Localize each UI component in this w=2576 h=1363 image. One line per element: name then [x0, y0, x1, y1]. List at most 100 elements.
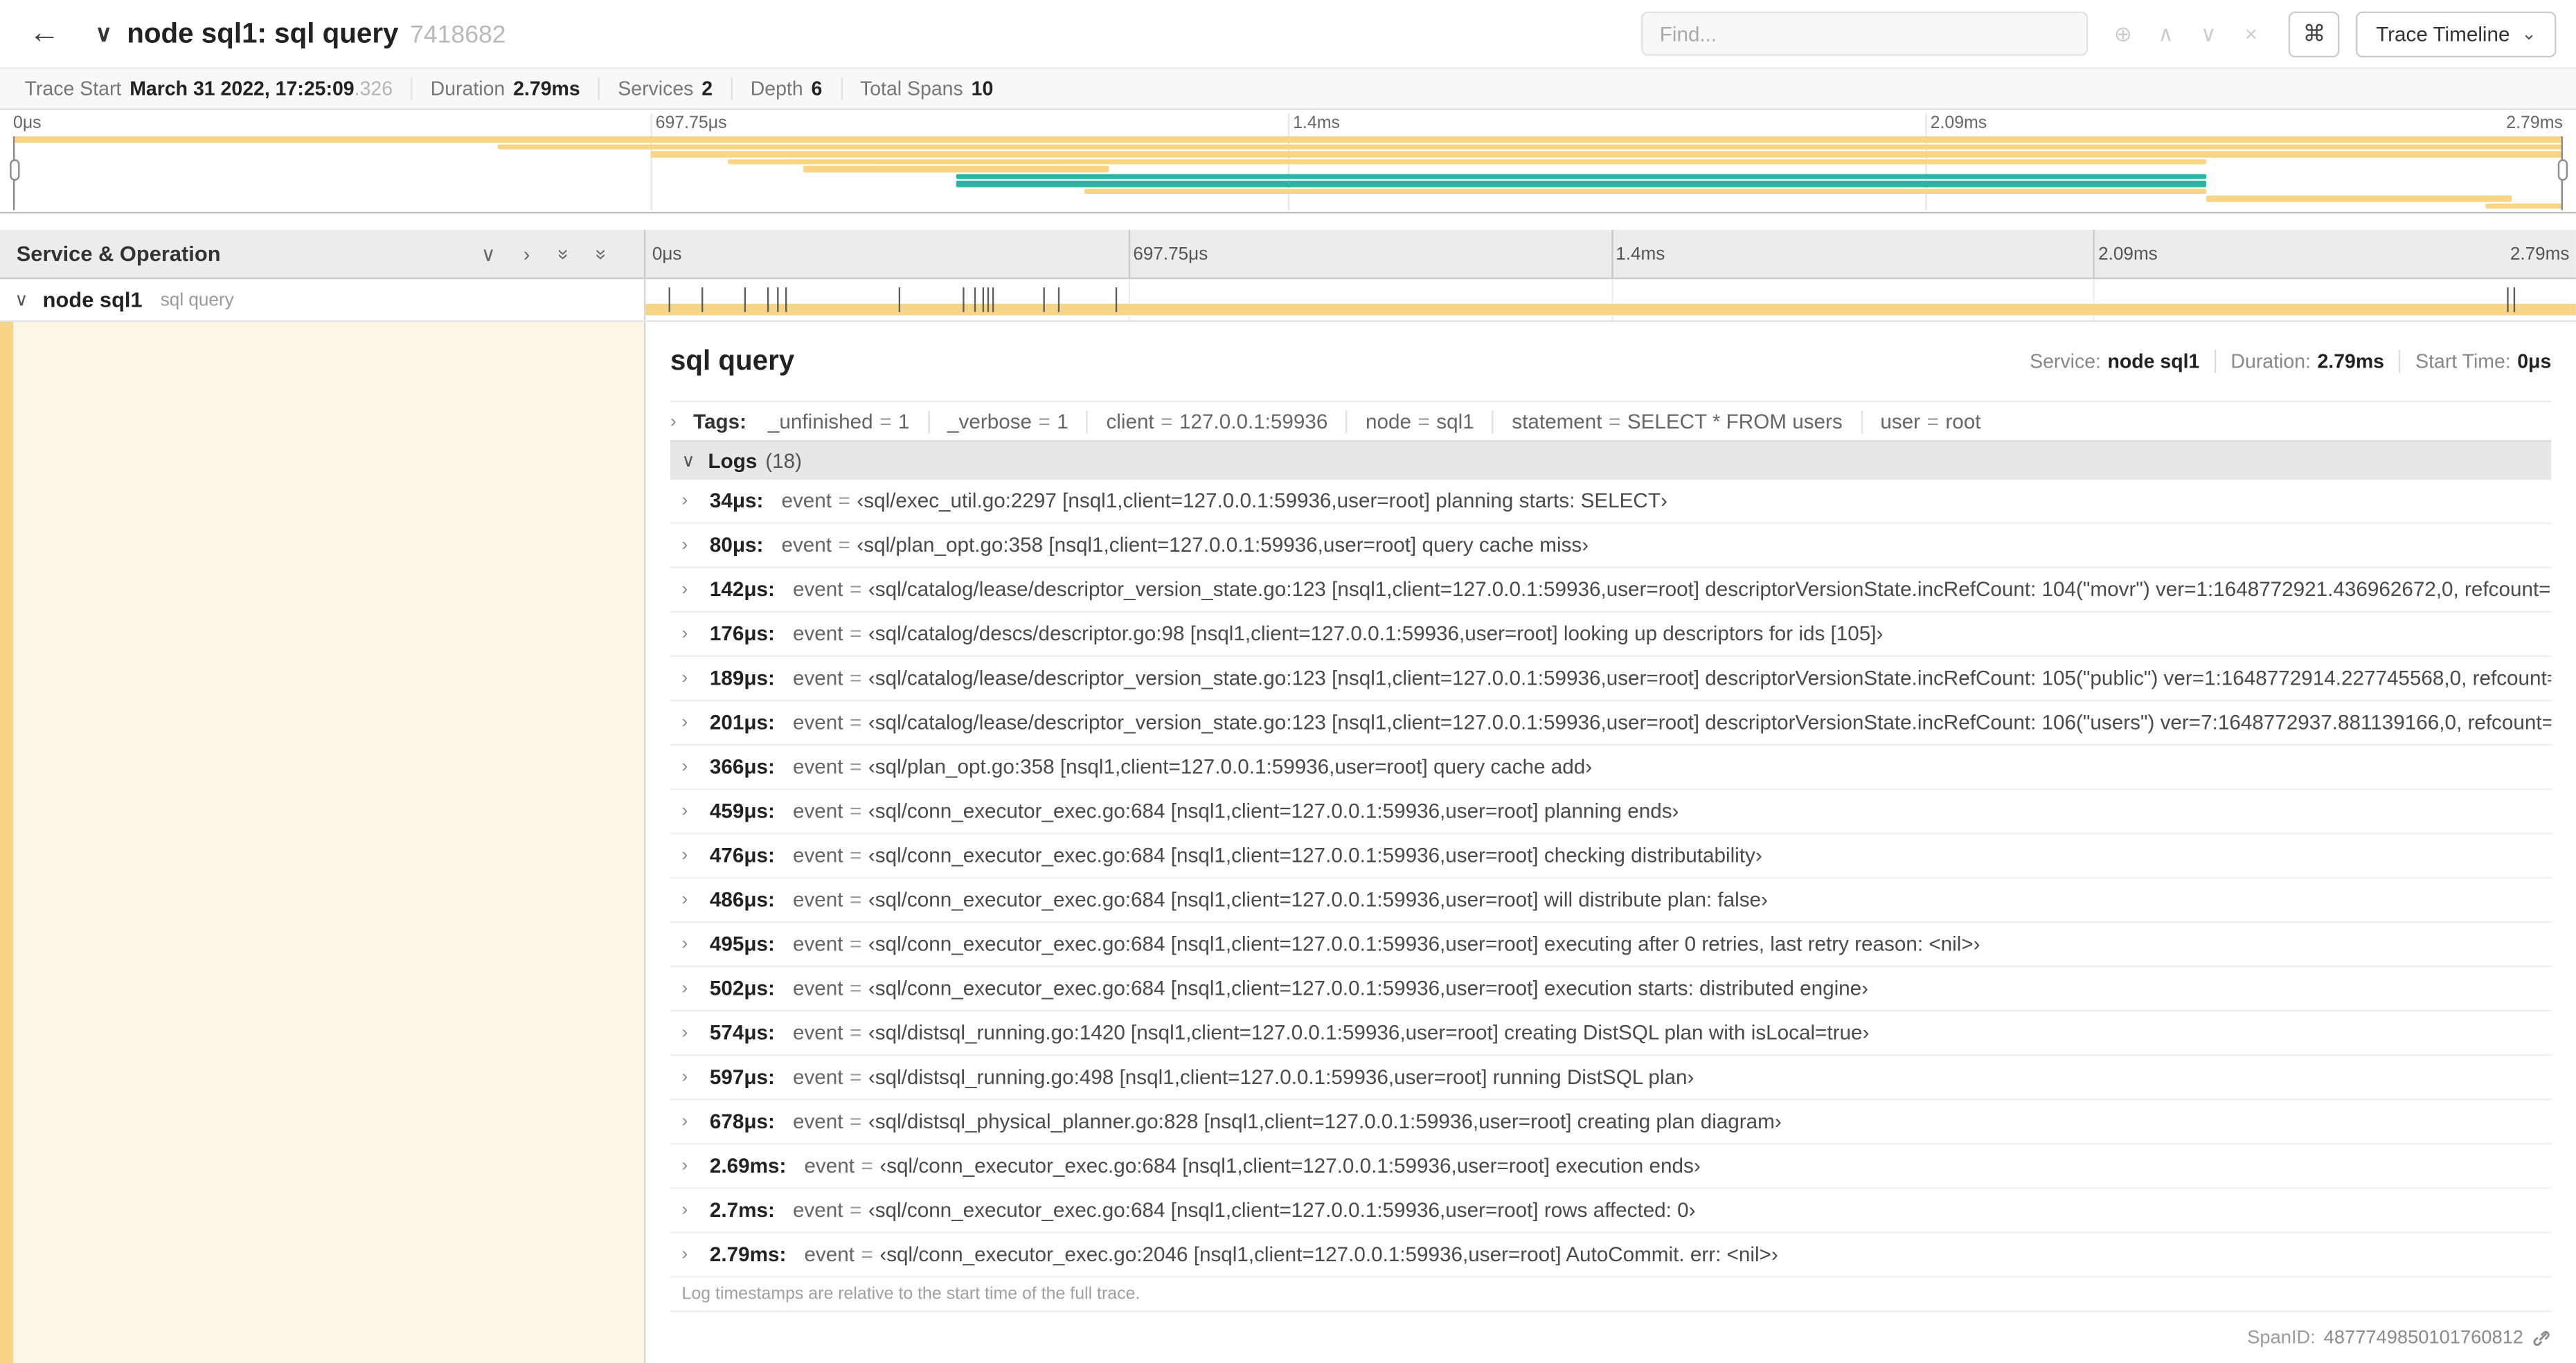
span-bar-cell[interactable]: [645, 279, 2576, 321]
log-field-key: event: [792, 800, 843, 823]
log-field-value: ‹sql/conn_executor_exec.go:2046 [nsql1,c…: [879, 1243, 1778, 1267]
log-field-key: event: [804, 1243, 855, 1267]
log-timestamp: 34μs:: [709, 489, 764, 513]
log-list: › 34μs: event = ‹sql/exec_util.go:2297 [nsql…: [670, 480, 2552, 1278]
back-button[interactable]: ←: [19, 16, 69, 52]
tag-value: root: [1945, 409, 1981, 433]
log-row[interactable]: › 495μs: event = ‹sql/conn_executor_exec.go:…: [670, 923, 2552, 968]
log-row[interactable]: › 486μs: event = ‹sql/conn_executor_exec.go:…: [670, 878, 2552, 923]
minimap-canvas[interactable]: [9, 113, 2567, 210]
logs-label: Logs: [708, 449, 758, 473]
log-field-key: event: [792, 622, 843, 646]
trace-collapse-chevron-icon[interactable]: ∨: [96, 19, 112, 47]
log-timestamp: 476μs:: [709, 844, 775, 867]
log-field-key: event: [804, 1154, 855, 1178]
log-field-value: ‹sql/plan_opt.go:358 [nsql1,client=127.0…: [868, 755, 1593, 779]
summary-item: Depth 6: [731, 77, 840, 100]
log-row[interactable]: › 574μs: event = ‹sql/distsql_running.go:142…: [670, 1011, 2552, 1056]
trace-name: node sql1: sql query: [127, 17, 399, 48]
log-expand-chevron-icon: ›: [681, 535, 688, 555]
log-row[interactable]: › 459μs: event = ‹sql/conn_executor_exec.go:…: [670, 790, 2552, 835]
log-marker[interactable]: [1058, 287, 1061, 312]
tick-label: 1.4ms: [1293, 113, 1340, 134]
log-row[interactable]: › 597μs: event = ‹sql/distsql_running.go:498…: [670, 1056, 2552, 1101]
log-marker[interactable]: [2513, 287, 2516, 312]
tag-key: user: [1880, 409, 1921, 433]
log-marker[interactable]: [701, 287, 703, 312]
log-row[interactable]: › 502μs: event = ‹sql/conn_executor_exec.go:…: [670, 967, 2552, 1012]
log-field-value: ‹sql/distsql_running.go:498 [nsql1,clien…: [868, 1065, 1694, 1089]
span-duration-bar[interactable]: [645, 303, 2576, 316]
log-row[interactable]: › 2.69ms: event = ‹sql/conn_executor_exec.go…: [670, 1145, 2552, 1189]
equals-sign: =: [850, 667, 862, 690]
span-detail-panel: sql query Service: node sql1 Duration: 2.7…: [645, 321, 2576, 1363]
span-name-cell[interactable]: ∨ node sql1 sql query: [0, 279, 646, 321]
log-row[interactable]: › 142μs: event = ‹sql/catalog/lease/descript…: [670, 568, 2552, 613]
log-expand-chevron-icon: ›: [681, 1200, 688, 1220]
collapse-one-icon[interactable]: ∨: [481, 242, 496, 265]
range-scrubber-left[interactable]: [9, 136, 19, 210]
span-collapse-chevron-icon[interactable]: ∨: [15, 289, 42, 310]
tags-accordion[interactable]: › Tags: _unfinished = 1 _verbose = 1 client = 12…: [670, 400, 2552, 440]
equals-sign: =: [850, 1110, 862, 1133]
log-marker[interactable]: [992, 287, 995, 312]
minimap-span-bar: [2486, 202, 2563, 209]
log-field-key: event: [792, 755, 843, 779]
log-expand-chevron-icon: ›: [681, 1023, 688, 1043]
logs-accordion-header[interactable]: ∨ Logs (18): [670, 440, 2552, 480]
log-marker[interactable]: [776, 287, 778, 312]
log-marker[interactable]: [785, 287, 787, 312]
log-marker[interactable]: [669, 287, 671, 312]
log-marker[interactable]: [1114, 287, 1117, 312]
log-row[interactable]: › 34μs: event = ‹sql/exec_util.go:2297 [nsql…: [670, 480, 2552, 524]
log-expand-chevron-icon: ›: [681, 845, 688, 866]
equals-sign: =: [1417, 409, 1430, 433]
log-field-value: ‹sql/catalog/lease/descriptor_version_st…: [868, 578, 2552, 602]
collapse-all-icon[interactable]: »: [552, 249, 575, 260]
log-marker[interactable]: [898, 287, 901, 312]
log-timestamp: 201μs:: [709, 711, 775, 734]
scrubber-grip[interactable]: [2557, 159, 2567, 181]
log-marker[interactable]: [974, 287, 977, 312]
log-expand-chevron-icon: ›: [681, 491, 688, 511]
log-field-key: event: [781, 534, 832, 557]
log-row[interactable]: › 201μs: event = ‹sql/catalog/lease/descript…: [670, 701, 2552, 746]
log-row[interactable]: › 366μs: event = ‹sql/plan_opt.go:358 [nsql1…: [670, 746, 2552, 791]
expand-one-icon[interactable]: ›: [524, 242, 530, 265]
span-row[interactable]: ∨ node sql1 sql query: [0, 279, 2576, 322]
timeline-minimap[interactable]: 0μs 697.75μs 1.4ms 2.09ms 2.79ms: [0, 109, 2576, 214]
log-expand-chevron-icon: ›: [681, 890, 688, 910]
log-row[interactable]: › 189μs: event = ‹sql/catalog/lease/descript…: [670, 657, 2552, 702]
service-operation-title: Service & Operation: [16, 241, 221, 267]
scrubber-grip[interactable]: [9, 159, 19, 181]
keyboard-shortcuts-button[interactable]: ⌘: [2289, 10, 2340, 57]
log-marker[interactable]: [767, 287, 769, 312]
find-input[interactable]: [1641, 11, 2088, 56]
log-field-value: ‹sql/conn_executor_exec.go:684 [nsql1,cl…: [879, 1154, 1701, 1178]
log-marker[interactable]: [744, 287, 746, 312]
log-marker[interactable]: [1042, 287, 1045, 312]
tags-chevron-icon: ›: [670, 411, 677, 431]
log-row[interactable]: › 80μs: event = ‹sql/plan_opt.go:358 [nsql1,…: [670, 524, 2552, 568]
log-marker[interactable]: [963, 287, 965, 312]
log-expand-chevron-icon: ›: [681, 757, 688, 777]
trace-timeline-view-dropdown[interactable]: Trace Timeline ⌄: [2356, 10, 2557, 57]
log-row[interactable]: › 2.7ms: event = ‹sql/conn_executor_exec.go:…: [670, 1189, 2552, 1234]
log-field-key: event: [792, 932, 843, 956]
service-meta: Service: node sql1: [2030, 350, 2200, 373]
link-icon[interactable]: [2532, 1328, 2551, 1347]
log-field-key: event: [792, 844, 843, 867]
expand-all-icon[interactable]: »: [591, 249, 614, 260]
log-row[interactable]: › 176μs: event = ‹sql/catalog/descs/descript…: [670, 613, 2552, 657]
log-timestamp: 2.69ms:: [709, 1154, 787, 1178]
log-marker[interactable]: [987, 287, 990, 312]
log-marker[interactable]: [981, 287, 984, 312]
log-row[interactable]: › 476μs: event = ‹sql/conn_executor_exec.go:…: [670, 834, 2552, 879]
minimap-span-bar: [956, 180, 2206, 187]
log-row[interactable]: › 678μs: event = ‹sql/distsql_physical_plann…: [670, 1101, 2552, 1145]
minimap-span-bar: [803, 165, 1110, 172]
range-scrubber-right[interactable]: [2557, 136, 2567, 210]
equals-sign: =: [1608, 409, 1621, 433]
log-row[interactable]: › 2.79ms: event = ‹sql/conn_executor_exec.go…: [670, 1234, 2552, 1278]
log-marker[interactable]: [2506, 287, 2509, 312]
